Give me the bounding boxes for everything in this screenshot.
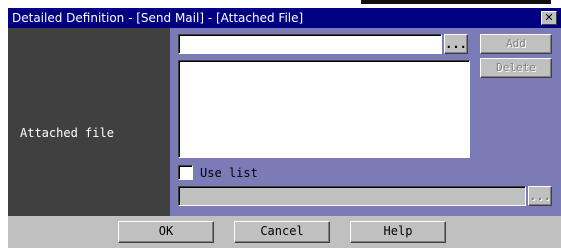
use-list-label: Use list [200, 166, 258, 180]
close-icon: ✕ [544, 11, 554, 24]
title-bar: Detailed Definition - [Send Mail] - [Att… [8, 8, 561, 28]
close-button[interactable]: ✕ [541, 11, 557, 25]
add-button[interactable]: Add [480, 34, 552, 54]
browse-button[interactable]: ... [444, 34, 468, 54]
list-file-input[interactable] [178, 186, 526, 206]
background-strip [0, 0, 561, 8]
help-button[interactable]: Help [350, 221, 446, 243]
attached-file-panel: ... Add Delete Use list ... [170, 28, 561, 216]
background-text-fragment [361, 0, 551, 4]
cancel-button[interactable]: Cancel [234, 221, 330, 243]
ok-button[interactable]: OK [118, 221, 214, 243]
dialog-window: Detailed Definition - [Send Mail] - [Att… [8, 8, 561, 248]
attached-file-list[interactable] [178, 60, 470, 158]
label-panel: Attached file [8, 28, 170, 216]
use-list-checkbox[interactable] [178, 165, 193, 180]
attached-file-input[interactable] [178, 34, 442, 54]
delete-button[interactable]: Delete [480, 58, 552, 78]
attached-file-label: Attached file [20, 126, 114, 140]
window-title: Detailed Definition - [Send Mail] - [Att… [12, 11, 304, 25]
footer-bar: OK Cancel Help [8, 216, 561, 248]
list-browse-button[interactable]: ... [528, 186, 552, 206]
